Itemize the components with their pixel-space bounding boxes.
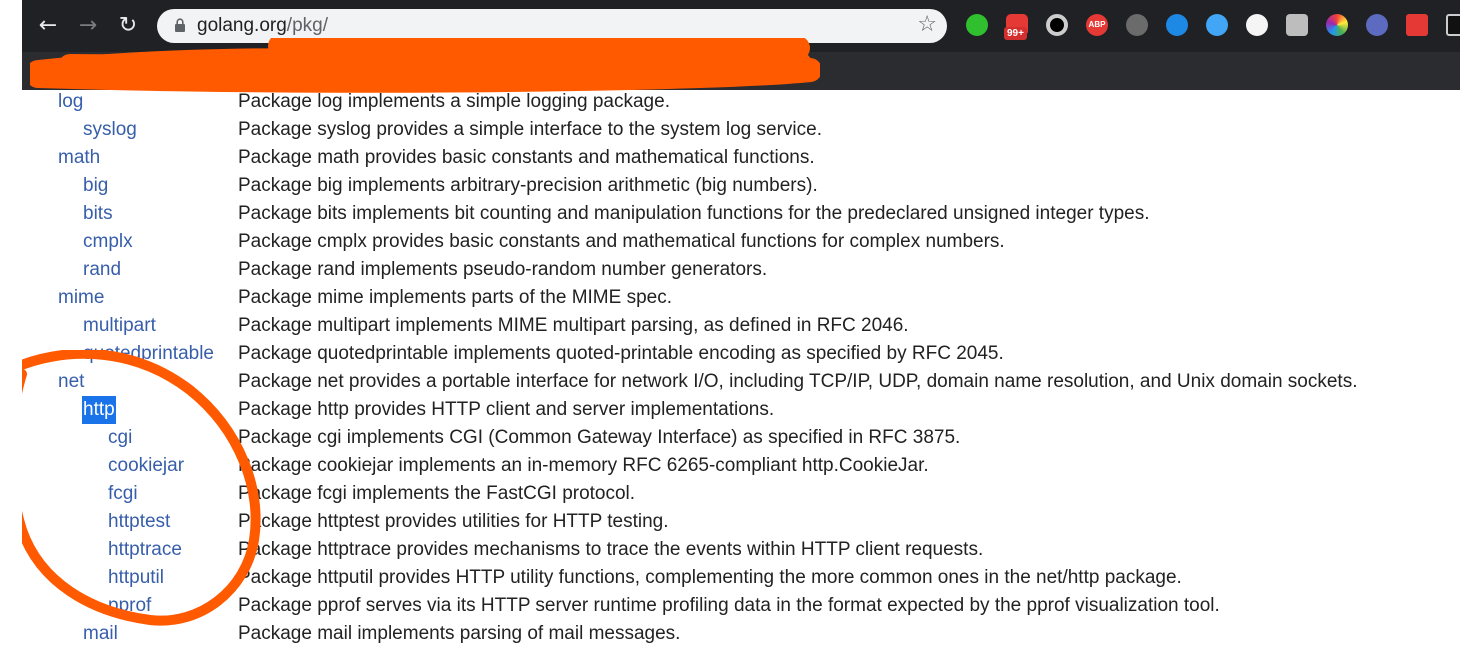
package-description: Package httptrace provides mechanisms to… (238, 539, 984, 560)
extension-v-icon[interactable] (1206, 14, 1228, 36)
extension-last-icon[interactable] (1446, 14, 1460, 36)
package-row: pprof Package pprof serves via its HTTP s… (0, 592, 1460, 620)
url-text: golang.org/pkg/ (197, 15, 328, 37)
package-row: multipart Package multipart implements MI… (0, 312, 1460, 340)
extension-color-icon[interactable] (1326, 14, 1348, 36)
package-description: Package cgi implements CGI (Common Gatew… (238, 427, 961, 448)
lock-icon (175, 18, 185, 32)
url-host: golang.org (197, 15, 287, 36)
package-row: httptest Package httptest provides utilit… (0, 508, 1460, 536)
package-row: mail Package mail implements parsing of m… (0, 620, 1460, 648)
extension-list-icon[interactable] (1406, 14, 1428, 36)
extension-key-blue-icon[interactable] (1166, 14, 1188, 36)
package-row: syslog Package syslog provides a simple i… (0, 116, 1460, 144)
package-description: Package net provides a portable interfac… (238, 371, 1358, 392)
package-link-mime[interactable]: mime (58, 284, 104, 312)
url-path: /pkg/ (286, 15, 328, 36)
package-link-quotedprintable[interactable]: quotedprintable (83, 340, 214, 368)
package-row: net Package net provides a portable inter… (0, 368, 1460, 396)
package-row: http Package http provides HTTP client an… (0, 396, 1460, 424)
package-row: fcgi Package fcgi implements the FastCGI … (0, 480, 1460, 508)
package-description: Package cmplx provides basic constants a… (238, 231, 1005, 252)
package-description: Package bits implements bit counting and… (238, 203, 1150, 224)
package-row: bits Package bits implements bit counting… (0, 200, 1460, 228)
package-row: cgi Package cgi implements CGI (Common Ga… (0, 424, 1460, 452)
package-link-pprof[interactable]: pprof (108, 592, 151, 620)
package-description: Package httptest provides utilities for … (238, 511, 669, 532)
package-row: cmplx Package cmplx provides basic consta… (0, 228, 1460, 256)
package-link-math[interactable]: math (58, 144, 100, 172)
package-row: big Package big implements arbitrary-prec… (0, 172, 1460, 200)
package-link-cmplx[interactable]: cmplx (83, 228, 133, 256)
package-link-cookiejar[interactable]: cookiejar (108, 452, 184, 480)
package-row: rand Package rand implements pseudo-rando… (0, 256, 1460, 284)
package-link-big[interactable]: big (83, 172, 108, 200)
package-row: mime Package mime implements parts of the… (0, 284, 1460, 312)
package-row: math Package math provides basic constant… (0, 144, 1460, 172)
adblock-label: ABP (1088, 20, 1106, 29)
back-arrow-icon[interactable]: ← (35, 13, 61, 39)
package-description: Package multipart implements MIME multip… (238, 315, 909, 336)
package-link-httptrace[interactable]: httptrace (108, 536, 182, 564)
package-description: Package http provides HTTP client and se… (238, 399, 775, 420)
redaction-scribble (30, 38, 820, 93)
package-link-mail[interactable]: mail (83, 620, 118, 648)
extension-key-icon[interactable] (966, 14, 988, 36)
package-description: Package httputil provides HTTP utility f… (238, 567, 1182, 588)
extension-badge: 99+ (1004, 27, 1027, 40)
extension-shield-icon[interactable] (1286, 14, 1308, 36)
package-description: Package mime implements parts of the MIM… (238, 287, 672, 308)
extension-gear-icon[interactable] (1126, 14, 1148, 36)
package-row: httptrace Package httptrace provides mech… (0, 536, 1460, 564)
package-link-httputil[interactable]: httputil (108, 564, 164, 592)
package-link-fcgi[interactable]: fcgi (108, 480, 138, 508)
package-description: Package cookiejar implements an in-memor… (238, 455, 929, 476)
package-row: quotedprintable Package quotedprintable i… (0, 340, 1460, 368)
package-link-http[interactable]: http (82, 396, 116, 424)
package-link-rand[interactable]: rand (83, 256, 121, 284)
package-description: Package pprof serves via its HTTP server… (238, 595, 1220, 616)
package-link-net[interactable]: net (58, 368, 84, 396)
package-description: Package quotedprintable implements quote… (238, 343, 1004, 364)
package-link-syslog[interactable]: syslog (83, 116, 137, 144)
package-description: Package math provides basic constants an… (238, 147, 815, 168)
package-link-cgi[interactable]: cgi (108, 424, 132, 452)
bookmark-star-icon[interactable]: ☆ (917, 12, 937, 37)
reload-icon[interactable]: ↻ (115, 13, 141, 39)
adblock-icon[interactable]: ABP (1086, 14, 1108, 36)
package-row: httputil Package httputil provides HTTP u… (0, 564, 1460, 592)
package-description: Package rand implements pseudo-random nu… (238, 259, 768, 280)
package-link-httptest[interactable]: httptest (108, 508, 170, 536)
package-description: Package syslog provides a simple interfa… (238, 119, 822, 140)
package-link-multipart[interactable]: multipart (83, 312, 156, 340)
forward-arrow-icon[interactable]: → (75, 13, 101, 39)
package-description: Package big implements arbitrary-precisi… (238, 175, 818, 196)
extension-circle-icon[interactable] (1046, 14, 1068, 36)
package-description: Package mail implements parsing of mail … (238, 623, 681, 644)
package-description: Package fcgi implements the FastCGI prot… (238, 483, 636, 504)
package-link-bits[interactable]: bits (83, 200, 113, 228)
left-margin (0, 0, 22, 655)
package-row: cookiejar Package cookiejar implements an… (0, 452, 1460, 480)
extension-swirl-icon[interactable] (1246, 14, 1268, 36)
extension-half-circle-icon[interactable] (1366, 14, 1388, 36)
